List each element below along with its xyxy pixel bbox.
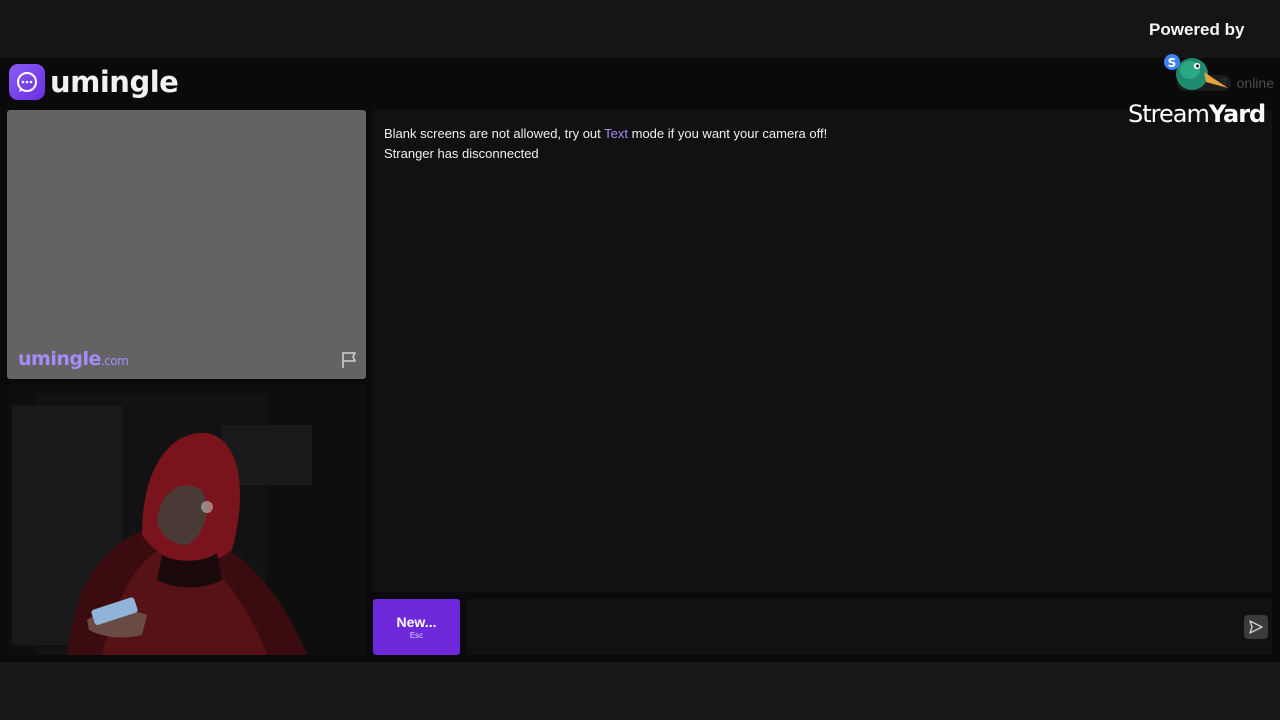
stranger-video: umingle.com	[7, 110, 366, 379]
powered-by-label: Powered by	[1149, 20, 1245, 39]
self-camera-feed	[7, 385, 366, 655]
chat-bubble-icon	[9, 64, 45, 100]
streamyard-wordmark: StreamYard	[1128, 100, 1266, 128]
watermark-suffix: .com	[100, 354, 129, 368]
streamyard-duck-icon: S	[1164, 54, 1228, 90]
text-mode-link[interactable]: Text	[604, 126, 628, 141]
new-chat-shortcut: Esc	[409, 631, 424, 640]
send-button[interactable]	[1244, 615, 1268, 639]
stream-badge-letter: S	[1168, 56, 1177, 70]
umingle-app: umingle 3 online umingle.com Blank scree…	[0, 58, 1280, 662]
top-letterbox	[0, 0, 1280, 58]
report-flag-icon[interactable]	[340, 351, 358, 369]
send-icon	[1249, 620, 1263, 634]
self-video	[7, 385, 366, 655]
chat-log: Blank screens are not allowed, try out T…	[372, 110, 1272, 592]
new-chat-button[interactable]: New... Esc	[373, 599, 460, 655]
brand-name: umingle	[50, 65, 179, 99]
watermark-brand: umingle	[18, 348, 101, 370]
system-message-disconnected: Stranger has disconnected	[384, 146, 539, 161]
bottom-letterbox	[0, 662, 1280, 720]
video-watermark: umingle.com	[18, 348, 129, 370]
message-input[interactable]	[466, 599, 1272, 655]
streamyard-overlay: Powered by S StreamYard	[1124, 18, 1274, 133]
logo[interactable]: umingle	[9, 64, 179, 100]
new-chat-label: New...	[396, 614, 437, 630]
